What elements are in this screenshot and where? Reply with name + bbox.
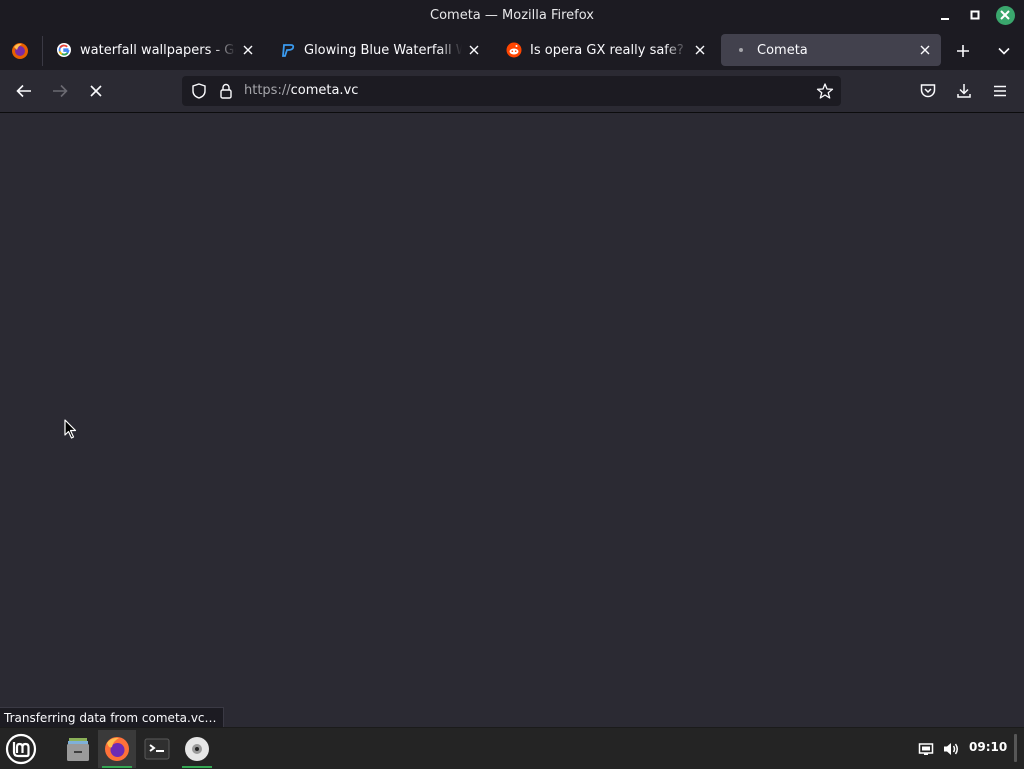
url-bar[interactable]: https://cometa.vc [182, 76, 841, 106]
show-desktop-button[interactable] [1014, 734, 1017, 762]
mouse-cursor-icon [64, 419, 78, 440]
taskbar: 09:10 [0, 727, 1024, 769]
list-all-tabs-button[interactable] [994, 41, 1014, 61]
tab-title: Glowing Blue Waterfall Wallpapers [304, 42, 462, 58]
pocket-icon [920, 84, 936, 98]
terminal-icon [144, 738, 170, 760]
mint-menu-icon [5, 733, 37, 765]
close-tab-icon[interactable] [917, 42, 933, 58]
maximize-button[interactable] [965, 5, 985, 25]
url-scheme: https:// [244, 83, 291, 98]
loading-dot-icon [733, 42, 749, 58]
plus-icon [957, 45, 969, 57]
google-icon [56, 42, 72, 58]
download-icon [957, 84, 971, 98]
clock[interactable]: 09:10 [969, 740, 1007, 754]
chevron-down-icon [998, 47, 1010, 55]
tab-strip: waterfall wallpapers - Google Glowing Bl… [0, 30, 1024, 70]
minimize-icon [941, 18, 949, 20]
close-tab-icon[interactable] [692, 42, 708, 58]
tab-title: Cometa [757, 42, 808, 58]
url-text[interactable]: https://cometa.vc [244, 83, 358, 98]
back-arrow-icon [16, 84, 31, 98]
lock-icon[interactable] [217, 82, 235, 100]
tab-wallpaper[interactable]: Glowing Blue Waterfall Wallpapers [268, 34, 490, 66]
forward-arrow-icon [53, 84, 68, 98]
tab-reddit[interactable]: Is opera GX really safe? : r/Opera [494, 34, 716, 66]
minimize-button[interactable] [935, 5, 955, 25]
tab-separator [42, 36, 43, 66]
network-icon[interactable] [917, 740, 935, 758]
volume-icon[interactable] [942, 740, 960, 758]
app-menu-button[interactable] [990, 81, 1010, 101]
hamburger-menu-icon [994, 85, 1006, 97]
tab-google[interactable]: waterfall wallpapers - Google [44, 34, 264, 66]
close-tab-icon[interactable] [466, 42, 482, 58]
window-title: Cometa — Mozilla Firefox [430, 7, 594, 23]
firefox-launcher[interactable] [98, 730, 136, 768]
firefox-view-icon[interactable] [10, 41, 30, 61]
url-host: cometa.vc [290, 83, 359, 98]
close-tab-icon[interactable] [240, 42, 256, 58]
close-icon [995, 5, 1015, 25]
firefox-icon [105, 737, 129, 761]
files-icon [67, 738, 89, 761]
reddit-icon [506, 42, 522, 58]
status-panel: Transferring data from cometa.vc… [0, 707, 224, 728]
tracking-protection-shield-icon[interactable] [190, 82, 208, 100]
stop-loading-button[interactable] [86, 81, 106, 101]
bookmark-star-icon[interactable] [816, 82, 834, 100]
back-button[interactable] [14, 81, 34, 101]
page-content[interactable] [0, 113, 1024, 727]
new-tab-button[interactable] [953, 41, 973, 61]
stop-icon [90, 85, 102, 97]
navigation-toolbar: https://cometa.vc [0, 70, 1024, 113]
tab-cometa[interactable]: Cometa [721, 34, 941, 66]
tab-title: waterfall wallpapers - Google [80, 42, 236, 58]
tab-title: Is opera GX really safe? : r/Opera [530, 42, 688, 58]
downloads-button[interactable] [954, 81, 974, 101]
close-window-button[interactable] [995, 5, 1015, 25]
files-launcher[interactable] [59, 730, 97, 768]
mint-menu-button[interactable] [2, 730, 40, 768]
wallpaper-site-icon [280, 42, 296, 58]
disc-icon [185, 737, 209, 761]
pocket-button[interactable] [918, 81, 938, 101]
terminal-launcher[interactable] [138, 730, 176, 768]
window-titlebar[interactable]: Cometa — Mozilla Firefox [0, 0, 1024, 30]
forward-button[interactable] [50, 81, 70, 101]
maximize-icon [970, 10, 980, 20]
disc-launcher[interactable] [178, 730, 216, 768]
